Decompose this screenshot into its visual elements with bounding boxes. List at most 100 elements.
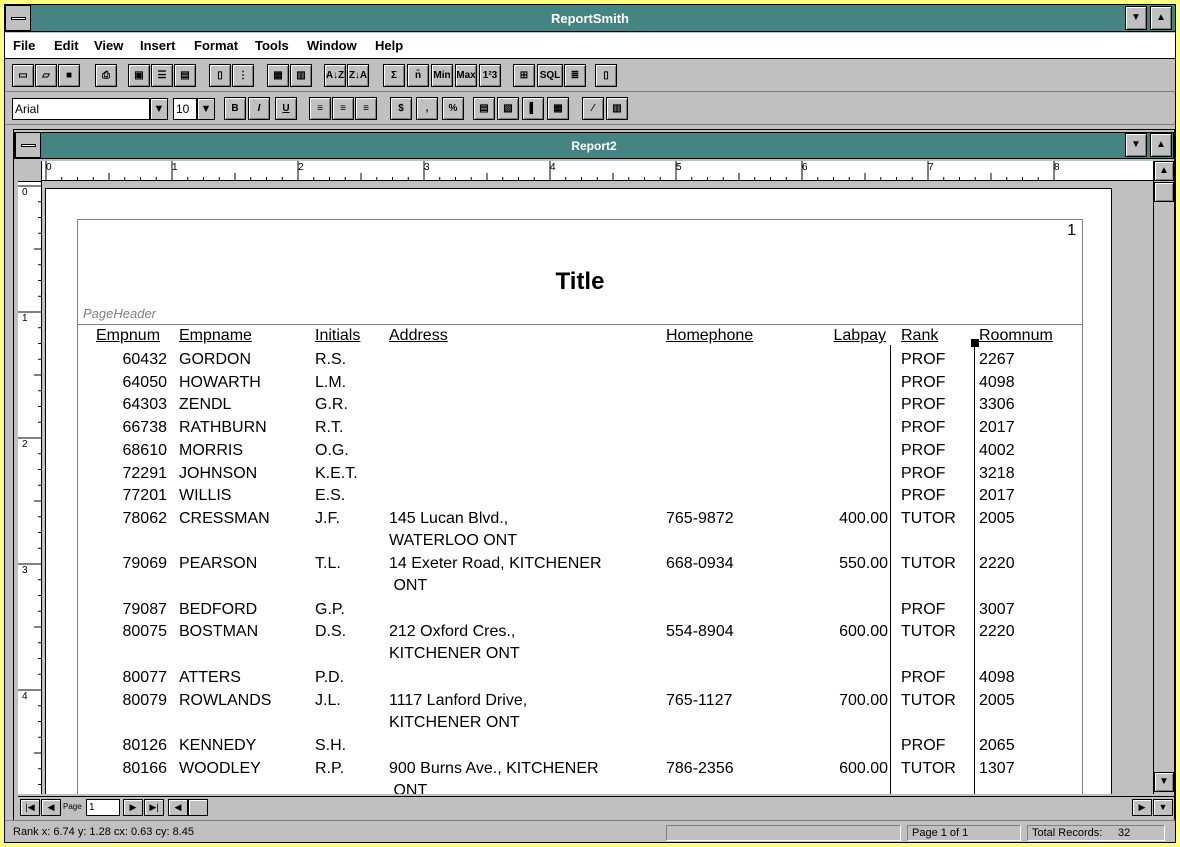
empnum-cell[interactable]: 80166 bbox=[96, 758, 168, 780]
first-page-button[interactable]: |◀ bbox=[20, 799, 40, 816]
rank-cell[interactable]: PROF bbox=[901, 349, 971, 371]
roomnum-cell[interactable]: 2017 bbox=[979, 417, 1059, 439]
font-size-field[interactable]: 10 bbox=[173, 98, 197, 120]
empnum-cell[interactable]: 72291 bbox=[96, 463, 168, 485]
menu-window[interactable]: Window bbox=[307, 38, 357, 53]
empname-cell[interactable]: WOODLEY bbox=[179, 758, 309, 780]
count-icon[interactable]: 1²3 bbox=[479, 64, 501, 87]
empnum-header[interactable]: Empnum bbox=[96, 327, 160, 345]
empname-cell[interactable]: PEARSON bbox=[179, 553, 309, 575]
empnum-cell[interactable]: 80079 bbox=[96, 690, 168, 712]
report-columnar-icon[interactable]: ☰ bbox=[151, 64, 173, 87]
align-left-icon[interactable]: ≡ bbox=[309, 97, 331, 120]
crosstab-icon[interactable]: ▦ bbox=[547, 97, 569, 120]
roomnum-cell[interactable]: 2220 bbox=[979, 621, 1059, 643]
rank-cell[interactable]: PROF bbox=[901, 667, 971, 689]
align-right-icon[interactable]: ≡ bbox=[355, 97, 377, 120]
empnum-cell[interactable]: 77201 bbox=[96, 485, 168, 507]
report-minimize-button[interactable]: ▼ bbox=[1125, 133, 1147, 157]
roomnum-cell[interactable]: 3218 bbox=[979, 463, 1059, 485]
empnum-cell[interactable]: 79087 bbox=[96, 599, 168, 621]
roomnum-cell[interactable]: 4002 bbox=[979, 440, 1059, 462]
menu-tools[interactable]: Tools bbox=[255, 38, 289, 53]
initials-cell[interactable]: R.P. bbox=[315, 758, 385, 780]
roomnum-cell[interactable]: 2017 bbox=[979, 485, 1059, 507]
address-cell[interactable]: 145 Lucan Blvd., bbox=[389, 508, 659, 530]
report-label-icon[interactable]: ▯ bbox=[209, 64, 231, 87]
bold-button[interactable]: B bbox=[224, 97, 246, 120]
menu-file[interactable]: File bbox=[13, 38, 35, 53]
roomnum-header[interactable]: Roomnum bbox=[979, 327, 1053, 345]
empname-cell[interactable]: KENNEDY bbox=[179, 735, 309, 757]
italic-button[interactable]: I bbox=[248, 97, 270, 120]
initials-cell[interactable]: E.S. bbox=[315, 485, 385, 507]
scroll-thumb[interactable] bbox=[1154, 182, 1174, 202]
report-titlebar[interactable]: Report2 ▼ ▲ bbox=[14, 132, 1174, 159]
horizontal-ruler[interactable]: 0 1 2 3 4 5 6 7 8 bbox=[42, 161, 1153, 181]
min-icon[interactable]: Min bbox=[431, 64, 453, 87]
labpay-cell[interactable]: 550.00 bbox=[806, 553, 888, 575]
initials-header[interactable]: Initials bbox=[315, 327, 360, 345]
scroll-up-button[interactable]: ▲ bbox=[1154, 161, 1174, 181]
rank-cell[interactable]: PROF bbox=[901, 463, 971, 485]
empname-cell[interactable]: RATHBURN bbox=[179, 417, 309, 439]
initials-cell[interactable]: P.D. bbox=[315, 667, 385, 689]
rank-cell[interactable]: PROF bbox=[901, 394, 971, 416]
homephone-cell[interactable]: 554-8904 bbox=[666, 621, 776, 643]
menu-view[interactable]: View bbox=[94, 38, 123, 53]
menu-format[interactable]: Format bbox=[194, 38, 238, 53]
horizontal-scrollbar[interactable]: |◀ ◀ Page 1 ▶ ▶| ◀ ▶ ▼ bbox=[18, 796, 1174, 818]
rank-cell[interactable]: TUTOR bbox=[901, 553, 971, 575]
rank-cell[interactable]: TUTOR bbox=[901, 690, 971, 712]
roomnum-cell[interactable]: 3007 bbox=[979, 599, 1059, 621]
text-box-icon[interactable]: ▤ bbox=[473, 97, 495, 120]
empnum-cell[interactable]: 79069 bbox=[96, 553, 168, 575]
empname-cell[interactable]: WILLIS bbox=[179, 485, 309, 507]
empname-cell[interactable]: GORDON bbox=[179, 349, 309, 371]
homephone-cell[interactable]: 765-9872 bbox=[666, 508, 776, 530]
align-center-icon[interactable]: ≡ bbox=[332, 97, 354, 120]
empname-cell[interactable]: BOSTMAN bbox=[179, 621, 309, 643]
empnum-cell[interactable]: 64303 bbox=[96, 394, 168, 416]
tables-icon[interactable]: ⊞ bbox=[513, 64, 535, 87]
address-cell[interactable]: 900 Burns Ave., KITCHENER bbox=[389, 758, 659, 780]
address-line2-cell[interactable]: KITCHENER ONT bbox=[389, 643, 520, 665]
roomnum-cell[interactable]: 3306 bbox=[979, 394, 1059, 416]
print-icon[interactable]: ⎙ bbox=[95, 64, 117, 87]
empname-cell[interactable]: JOHNSON bbox=[179, 463, 309, 485]
menu-insert[interactable]: Insert bbox=[140, 38, 175, 53]
labpay-cell[interactable]: 600.00 bbox=[806, 621, 888, 643]
labpay-cell[interactable]: 600.00 bbox=[806, 758, 888, 780]
address-header[interactable]: Address bbox=[389, 327, 448, 345]
rank-cell[interactable]: TUTOR bbox=[901, 758, 971, 780]
print-preview-icon[interactable]: ▣ bbox=[128, 64, 150, 87]
page-number-field[interactable]: 1 bbox=[86, 799, 120, 816]
minimize-button[interactable]: ▼ bbox=[1125, 6, 1147, 30]
size-dropdown-icon[interactable]: ▼ bbox=[197, 98, 215, 120]
max-icon[interactable]: Max bbox=[455, 64, 477, 87]
maximize-button[interactable]: ▲ bbox=[1150, 6, 1172, 30]
format-painter-icon[interactable]: ⁄ bbox=[582, 97, 604, 120]
roomnum-cell[interactable]: 2220 bbox=[979, 553, 1059, 575]
rank-cell[interactable]: TUTOR bbox=[901, 621, 971, 643]
menu-help[interactable]: Help bbox=[375, 38, 403, 53]
page-header-section[interactable]: 1 Title PageHeader bbox=[77, 219, 1083, 325]
next-page-button[interactable]: ▶ bbox=[123, 799, 143, 816]
empname-cell[interactable]: BEDFORD bbox=[179, 599, 309, 621]
empnum-cell[interactable]: 80077 bbox=[96, 667, 168, 689]
homephone-header[interactable]: Homephone bbox=[666, 327, 753, 345]
font-name-field[interactable]: Arial bbox=[12, 98, 150, 120]
app-titlebar[interactable]: ReportSmith ▼ ▲ bbox=[5, 5, 1175, 32]
scroll-right-button[interactable]: ▶ bbox=[1132, 799, 1152, 816]
empname-cell[interactable]: HOWARTH bbox=[179, 372, 309, 394]
homephone-cell[interactable]: 765-1127 bbox=[666, 690, 776, 712]
chart-icon[interactable]: ▌ bbox=[522, 97, 544, 120]
initials-cell[interactable]: G.P. bbox=[315, 599, 385, 621]
menu-edit[interactable]: Edit bbox=[54, 38, 79, 53]
page-number[interactable]: 1 bbox=[1067, 222, 1076, 240]
new-icon[interactable]: ▭ bbox=[12, 64, 34, 87]
roomnum-cell[interactable]: 2005 bbox=[979, 508, 1059, 530]
rank-cell[interactable]: PROF bbox=[901, 372, 971, 394]
initials-cell[interactable]: O.G. bbox=[315, 440, 385, 462]
rank-cell[interactable]: PROF bbox=[901, 440, 971, 462]
